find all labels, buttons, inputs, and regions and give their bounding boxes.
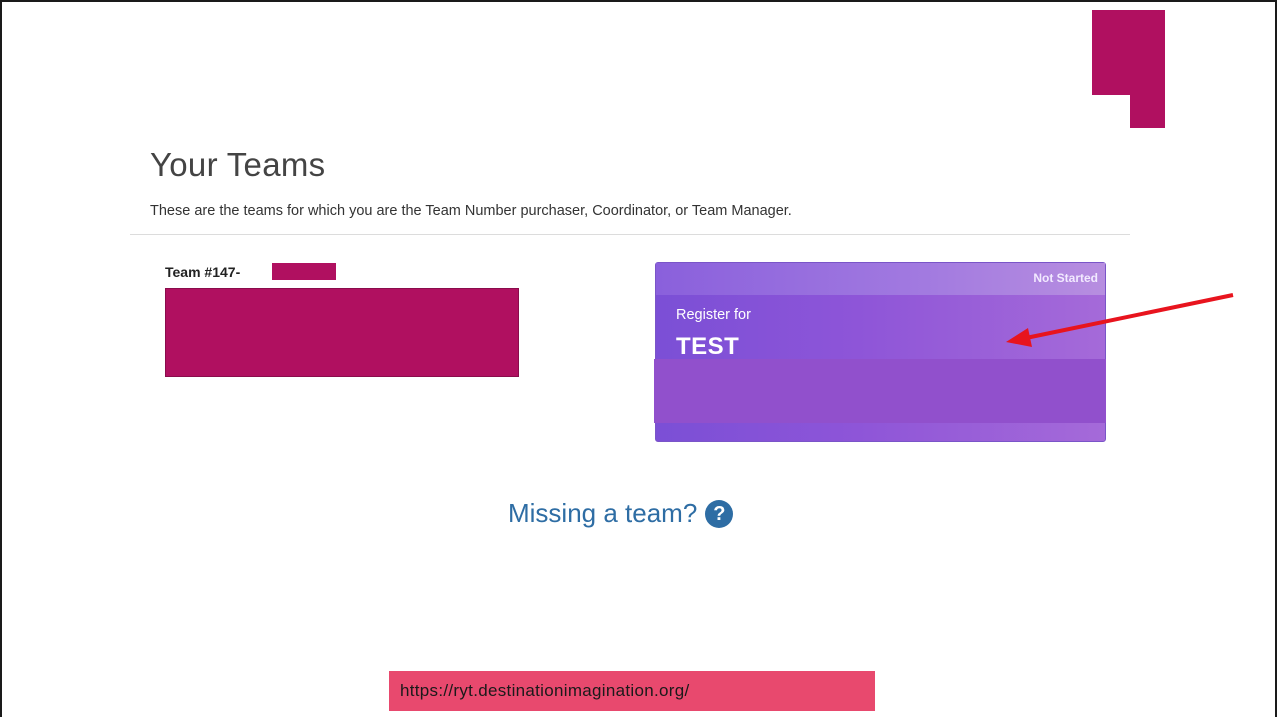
redaction-box [654,359,1106,423]
page-title: Your Teams [150,146,326,183]
missing-team-label: Missing a team? [508,498,698,528]
missing-team-link[interactable]: Missing a team? ? [508,498,734,529]
status-badge: Not Started [1033,271,1098,285]
divider [130,234,1130,235]
register-card[interactable]: Not Started Register for TEST [654,262,1106,442]
event-name: TEST [676,333,740,360]
redaction-box [272,263,336,280]
register-label: Register for [676,307,751,323]
redaction-box [165,288,519,377]
url-text: https://ryt.destinationimagination.org/ [400,681,690,700]
team-name[interactable]: Team #147- [165,264,240,280]
page-subtitle: These are the teams for which you are th… [150,203,792,219]
decorative-block [1130,10,1165,128]
url-banner: https://ryt.destinationimagination.org/ [389,671,875,711]
question-circle-icon[interactable]: ? [705,499,734,528]
